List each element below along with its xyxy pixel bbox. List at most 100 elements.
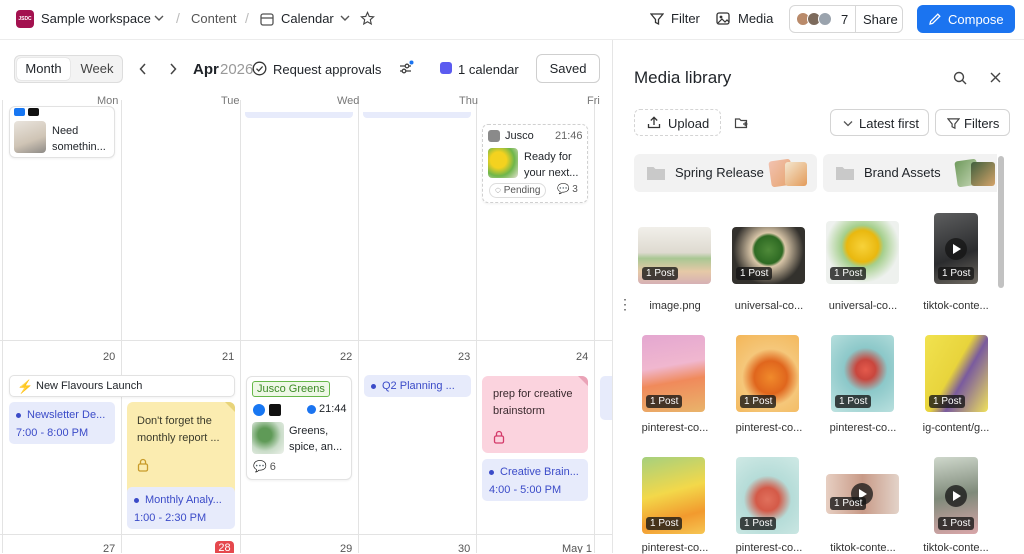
comment-count[interactable]: 💬 3 (557, 184, 578, 195)
media-filename[interactable]: tiktok-conte... (817, 542, 909, 554)
event-chip[interactable]: Creative Brain... 4:00 - 5:00 PM (482, 459, 588, 501)
new-folder-icon[interactable] (734, 116, 749, 130)
chevron-down-icon[interactable] (154, 14, 164, 22)
compose-button[interactable]: Compose (917, 5, 1015, 33)
search-icon[interactable] (953, 71, 967, 85)
media-thumbnail[interactable]: 1 Post (826, 221, 899, 284)
media-filename[interactable]: ig-content/g... (910, 422, 1002, 434)
day-header-mon: Mon (97, 95, 119, 107)
date-22: 22 (340, 351, 353, 363)
media-filename[interactable]: pinterest-co... (629, 422, 721, 434)
workspace-logo[interactable]: JSDC (16, 10, 34, 28)
media-button[interactable]: Media (738, 11, 773, 26)
lock-icon (137, 458, 149, 472)
day-header-thu: Thu (459, 95, 478, 107)
filters-label: Filters (964, 116, 1000, 131)
media-thumbnail[interactable]: 1 Post (934, 457, 978, 534)
breadcrumb-content[interactable]: Content (191, 11, 237, 26)
calendar-view: Month Week Apr 2026 Request approvals 1 … (0, 40, 612, 553)
chevron-right-icon[interactable] (169, 63, 177, 75)
media-filename[interactable]: pinterest-co... (723, 542, 815, 554)
media-thumbnail[interactable]: 1 Post (831, 335, 894, 412)
date-30: 30 (458, 543, 471, 553)
event-chip[interactable] (363, 112, 471, 118)
media-filename[interactable]: pinterest-co... (817, 422, 909, 434)
event-chip[interactable]: Newsletter De... 7:00 - 8:00 PM (9, 402, 115, 444)
media-thumbnail[interactable]: 1 Post (826, 474, 899, 514)
media-thumbnail[interactable]: 1 Post (925, 335, 988, 412)
filters-button[interactable]: Filters (935, 109, 1010, 136)
chevron-down-icon[interactable] (340, 14, 350, 22)
media-thumbnail[interactable]: 1 Post (642, 457, 705, 534)
avatar[interactable] (818, 12, 832, 26)
folder-thumbnail (971, 162, 995, 186)
divider (855, 6, 856, 32)
member-count[interactable]: 7 (841, 12, 848, 27)
media-filename[interactable]: pinterest-co... (629, 542, 721, 554)
calendar-color-swatch[interactable] (440, 62, 452, 74)
post-card[interactable]: Need somethin... (9, 106, 115, 158)
filter-icon[interactable] (650, 12, 664, 26)
status-label: Pending (503, 185, 541, 196)
breadcrumb-calendar[interactable]: Calendar (281, 11, 334, 26)
view-week-button[interactable]: Week (73, 58, 121, 80)
request-approvals-button[interactable]: Request approvals (273, 62, 381, 77)
media-thumbnail[interactable]: 1 Post (736, 335, 799, 412)
campaign-tag[interactable]: Jusco Greens (252, 381, 330, 397)
media-filename[interactable]: image.png (629, 300, 721, 312)
breadcrumb-separator: / (176, 10, 180, 26)
media-filename[interactable]: universal-co... (817, 300, 909, 312)
post-card[interactable]: Jusco Greens 21:44 Greens, spice, an... … (246, 376, 352, 480)
post-count-badge: 1 Post (642, 267, 679, 280)
event-chip[interactable]: Q2 Planning ... (364, 375, 471, 397)
post-text: Greens, spice, an... (289, 425, 343, 453)
media-thumbnail[interactable]: 1 Post (642, 335, 705, 412)
share-button[interactable]: Share (863, 12, 898, 27)
sort-label: Latest first (859, 116, 919, 131)
folder-brand-assets[interactable]: Brand Assets (823, 154, 997, 192)
saved-view-button[interactable]: Saved (536, 54, 600, 83)
post-count-badge: 1 Post (830, 267, 867, 280)
event-chip[interactable]: Monthly Analy... 1:00 - 2:30 PM (127, 487, 235, 529)
media-filename[interactable]: pinterest-co... (723, 422, 815, 434)
check-circle-icon[interactable] (252, 61, 267, 76)
post-thumbnail (14, 121, 46, 153)
event-chip[interactable] (600, 376, 612, 420)
media-thumbnail[interactable]: 1 Post (736, 457, 799, 534)
media-thumbnail[interactable]: 1 Post (732, 227, 805, 284)
workspace-name[interactable]: Sample workspace (41, 11, 151, 26)
comment-count[interactable]: 💬 6 (253, 460, 276, 473)
campaign-bar[interactable]: ⚡ New Flavours Launch (9, 375, 235, 397)
day-header-wed: Wed (337, 95, 360, 107)
chevron-left-icon[interactable] (139, 63, 147, 75)
event-title: Q2 Planning ... (382, 380, 455, 392)
post-card-pending[interactable]: Jusco 21:46 Ready for your next... ◌ Pen… (482, 124, 588, 203)
media-filename[interactable]: universal-co... (723, 300, 815, 312)
calendars-selector[interactable]: 1 calendar (458, 62, 519, 77)
upload-button[interactable]: Upload (634, 109, 721, 136)
event-chip[interactable] (245, 112, 353, 118)
filter-button[interactable]: Filter (671, 11, 700, 26)
star-icon[interactable] (360, 11, 375, 26)
view-toggle: Month Week (14, 55, 123, 83)
event-time: 4:00 - 5:00 PM (489, 484, 562, 496)
filter-icon (947, 117, 960, 130)
close-icon[interactable] (990, 72, 1001, 83)
scrollbar-thumb[interactable] (998, 156, 1004, 288)
view-month-button[interactable]: Month (17, 58, 70, 80)
event-title: Creative Brain... (500, 466, 579, 478)
media-filename[interactable]: tiktok-conte... (910, 300, 1002, 312)
media-filename[interactable]: tiktok-conte... (910, 542, 1002, 554)
date-27: 27 (103, 543, 116, 553)
media-thumbnail[interactable]: 1 Post (934, 213, 978, 284)
sticky-note[interactable]: prep for creative brainstorm (482, 376, 588, 453)
media-icon[interactable] (716, 12, 731, 26)
note-text: Don't forget the monthly report ... (137, 415, 220, 444)
settings-sliders-icon[interactable] (398, 60, 414, 76)
sort-dropdown[interactable]: Latest first (830, 109, 929, 136)
media-thumbnail[interactable]: 1 Post (638, 227, 711, 284)
folder-label: Spring Release (675, 165, 764, 180)
event-dot (134, 497, 139, 503)
post-time: 21:46 (555, 130, 583, 142)
folder-spring-release[interactable]: Spring Release (634, 154, 817, 192)
